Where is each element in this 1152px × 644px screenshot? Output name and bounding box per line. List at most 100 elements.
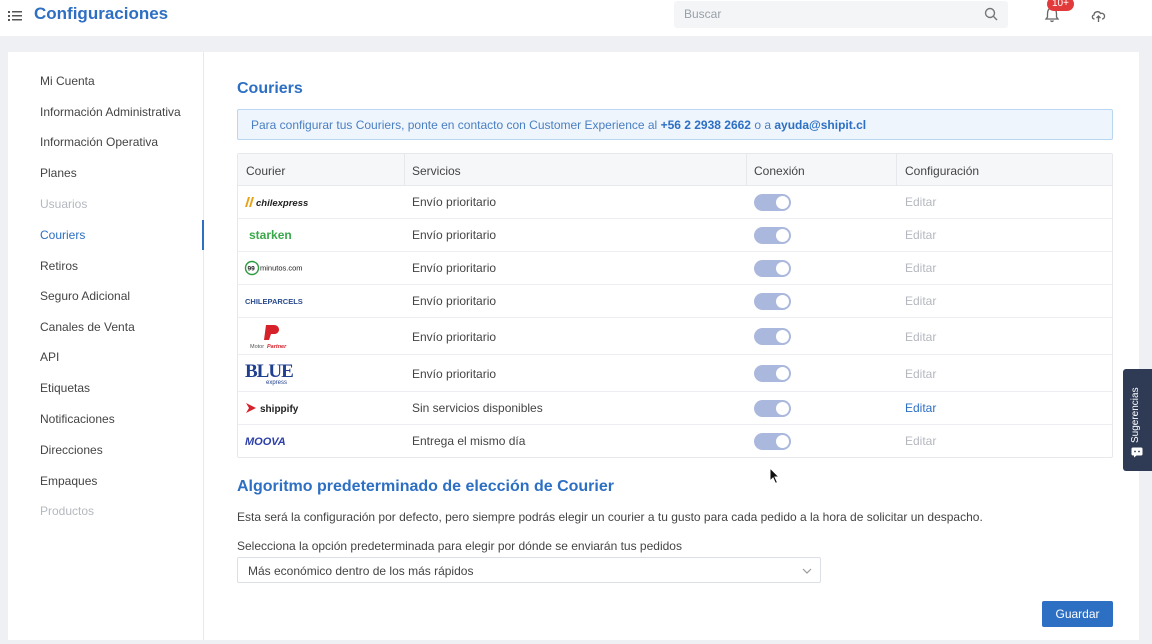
toggle-knob (776, 229, 789, 242)
sidebar-item-notificaciones[interactable]: Notificaciones (40, 412, 115, 426)
svg-text:minutos.com: minutos.com (260, 264, 303, 273)
mouse-cursor-icon (769, 467, 781, 485)
sidebar-item-seguro-adicional[interactable]: Seguro Adicional (40, 289, 130, 303)
column-divider (746, 154, 747, 186)
svg-text:starken: starken (249, 228, 292, 242)
sidebar-item-empaques[interactable]: Empaques (40, 474, 97, 488)
edit-link: Editar (905, 228, 937, 242)
banner-connector: o a (754, 118, 772, 132)
service-cell: Envío prioritario (412, 261, 497, 275)
table-row: Motor Partner Envío prioritario Editar (238, 318, 1112, 355)
edit-link: Editar (905, 330, 937, 344)
sidebar-item-productos: Productos (40, 504, 95, 518)
chilexpress-logo: chilexpress (245, 197, 308, 209)
search-icon[interactable] (984, 7, 998, 21)
column-header-conexion: Conexión (754, 164, 805, 178)
table-row: shippify Sin servicios disponibles Edita… (238, 392, 1112, 425)
toggle-knob (776, 330, 789, 343)
search-box[interactable] (674, 1, 1008, 28)
save-button[interactable]: Guardar (1042, 601, 1113, 627)
motorpartner-logo: Motor Partner (250, 325, 287, 350)
connection-toggle[interactable] (754, 328, 791, 345)
chevron-down-icon (802, 568, 812, 574)
sidebar-item-canales-de-venta[interactable]: Canales de Venta (40, 320, 135, 334)
toggle-knob (776, 367, 789, 380)
edit-link: Editar (905, 294, 937, 308)
menu-icon[interactable] (8, 9, 22, 23)
service-cell: Entrega el mismo día (412, 434, 526, 448)
column-header-courier: Courier (246, 164, 286, 178)
edit-link: Editar (905, 367, 937, 381)
svg-text:shippify: shippify (260, 404, 299, 415)
selected-option: Más económico dentro de los más rápidos (248, 564, 474, 578)
table-row: 99 minutos.com Envío prioritario Editar (238, 252, 1112, 285)
table-row: CHILEPARCELS Envío prioritario Editar (238, 285, 1112, 318)
cloud-upload-icon[interactable] (1090, 7, 1108, 23)
sidebar-item-mi-cuenta[interactable]: Mi Cuenta (40, 74, 95, 88)
sidebar-item-retiros[interactable]: Retiros (40, 259, 78, 273)
banner-text: Para configurar tus Couriers, ponte en c… (251, 118, 658, 132)
svg-text:Partner: Partner (267, 344, 287, 350)
service-cell: Sin servicios disponibles (412, 401, 543, 415)
edit-link[interactable]: Editar (905, 401, 936, 415)
info-banner: Para configurar tus Couriers, ponte en c… (237, 109, 1113, 140)
couriers-table: Courier Servicios Conexión Configuración… (237, 153, 1113, 458)
connection-toggle[interactable] (754, 260, 791, 277)
toggle-knob (776, 262, 789, 275)
sidebar-item-api[interactable]: API (40, 350, 59, 364)
column-divider (404, 154, 405, 186)
service-cell: Envío prioritario (412, 367, 497, 381)
connection-toggle[interactable] (754, 194, 791, 211)
sidebar-item-informacion-administrativa[interactable]: Información Administrativa (40, 105, 181, 119)
settings-card: Mi Cuenta Información Administrativa Inf… (8, 52, 1139, 640)
starken-logo: starken (249, 228, 292, 242)
service-cell: Envío prioritario (412, 294, 497, 308)
column-header-configuracion: Configuración (905, 164, 980, 178)
column-divider (896, 154, 897, 186)
connection-toggle[interactable] (754, 400, 791, 417)
svg-text:CHILEPARCELS: CHILEPARCELS (245, 297, 303, 306)
column-header-servicios: Servicios (412, 164, 461, 178)
svg-text:BLUE: BLUE (245, 361, 293, 382)
connection-toggle[interactable] (754, 433, 791, 450)
toggle-knob (776, 196, 789, 209)
notification-badge: 10+ (1047, 0, 1074, 11)
table-header: Courier Servicios Conexión Configuración (238, 154, 1112, 186)
top-bar: Configuraciones 10+ (0, 0, 1152, 36)
blue-express-logo: BLUE express (245, 361, 294, 386)
settings-sidebar: Mi Cuenta Información Administrativa Inf… (8, 52, 204, 640)
table-row: MOOVA Entrega el mismo día Editar (238, 425, 1112, 457)
edit-link: Editar (905, 434, 937, 448)
feedback-tab[interactable]: Sugerencias (1123, 369, 1152, 471)
table-row: chilexpress Envío prioritario Editar (238, 186, 1112, 219)
algorithm-select[interactable]: Más económico dentro de los más rápidos (237, 557, 821, 583)
sidebar-item-direcciones[interactable]: Direcciones (40, 443, 103, 457)
svg-text:MOOVA: MOOVA (245, 436, 286, 448)
svg-text:express: express (266, 380, 287, 386)
sidebar-item-informacion-operativa[interactable]: Información Operativa (40, 135, 158, 149)
sidebar-item-planes[interactable]: Planes (40, 166, 77, 180)
service-cell: Envío prioritario (412, 228, 497, 242)
table-row: BLUE express Envío prioritario Editar (238, 355, 1112, 392)
connection-toggle[interactable] (754, 293, 791, 310)
edit-link: Editar (905, 261, 937, 275)
table-row: starken Envío prioritario Editar (238, 219, 1112, 252)
algorithm-select-label: Selecciona la opción predeterminada para… (237, 539, 682, 553)
sidebar-item-etiquetas[interactable]: Etiquetas (40, 381, 90, 395)
toggle-knob (776, 402, 789, 415)
moova-logo: MOOVA (245, 436, 286, 448)
service-cell: Envío prioritario (412, 330, 497, 344)
feedback-label: Sugerencias (1130, 387, 1141, 443)
shippify-logo: shippify (246, 403, 299, 415)
connection-toggle[interactable] (754, 365, 791, 382)
chat-icon (1131, 447, 1143, 458)
connection-toggle[interactable] (754, 227, 791, 244)
banner-phone: +56 2 2938 2662 (660, 118, 751, 132)
svg-text:Motor: Motor (250, 344, 264, 350)
search-input[interactable] (684, 7, 974, 21)
active-indicator (202, 220, 204, 250)
svg-text:chilexpress: chilexpress (256, 198, 308, 209)
service-cell: Envío prioritario (412, 195, 497, 209)
banner-email[interactable]: ayuda@shipit.cl (774, 118, 866, 132)
sidebar-item-couriers[interactable]: Couriers (40, 228, 85, 242)
